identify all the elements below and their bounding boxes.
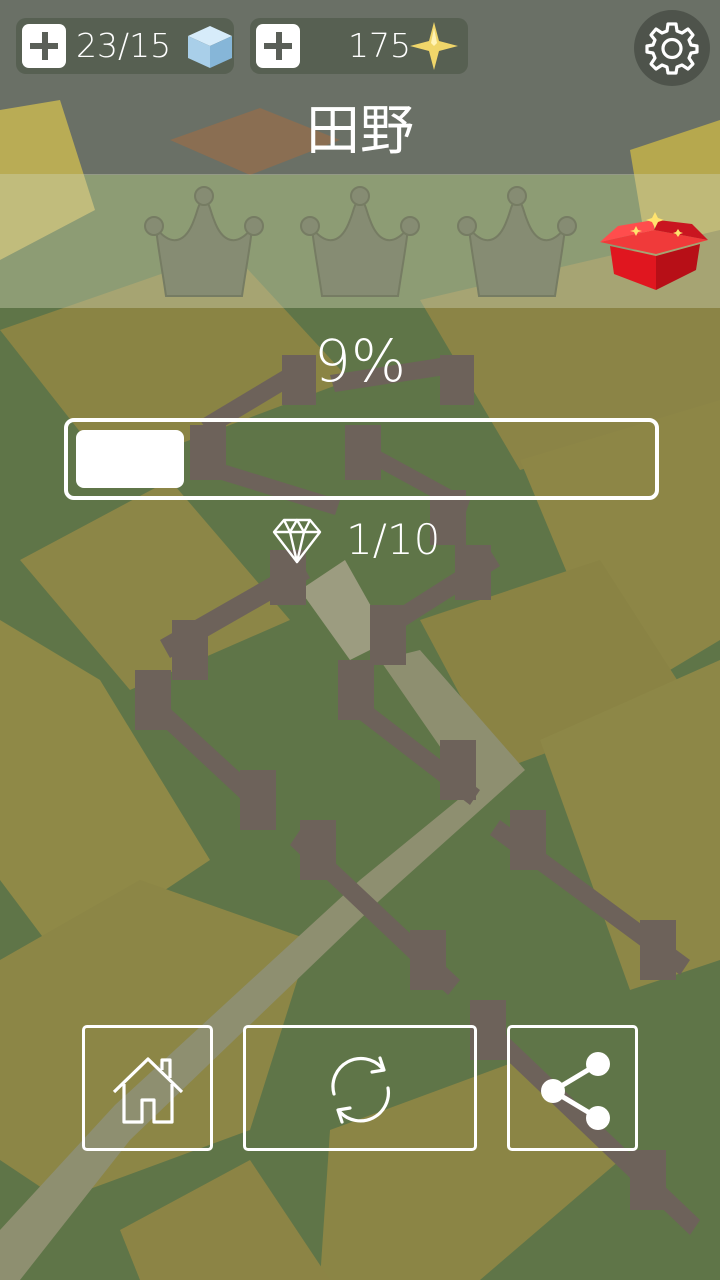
cube-counter: 23/15	[16, 18, 234, 74]
share-icon	[541, 1052, 610, 1130]
home-button[interactable]	[82, 1025, 213, 1151]
progress-percent: 9%	[313, 327, 406, 395]
crown-icon	[300, 186, 420, 297]
add-cubes-button[interactable]	[22, 24, 66, 68]
crown-icon	[457, 186, 577, 297]
cube-count: 23/15	[76, 26, 172, 65]
home-icon	[112, 1057, 184, 1124]
restart-button[interactable]	[243, 1025, 477, 1151]
cube-icon	[188, 26, 232, 68]
star-counter: 175	[250, 18, 468, 74]
gem-count: 1/10	[346, 515, 441, 564]
refresh-icon	[331, 1056, 391, 1124]
level-title: 田野	[306, 99, 414, 162]
sparkle-star-icon	[410, 22, 458, 70]
crown-icon	[144, 186, 264, 297]
progress-bar	[64, 418, 659, 500]
settings-button[interactable]	[634, 10, 710, 86]
diamond-icon	[272, 518, 322, 564]
progress-bar-fill	[76, 430, 184, 488]
star-count: 175	[348, 26, 411, 65]
add-stars-button[interactable]	[256, 24, 300, 68]
gift-box-icon[interactable]	[596, 212, 712, 292]
gear-icon	[645, 22, 699, 75]
share-button[interactable]	[507, 1025, 638, 1151]
